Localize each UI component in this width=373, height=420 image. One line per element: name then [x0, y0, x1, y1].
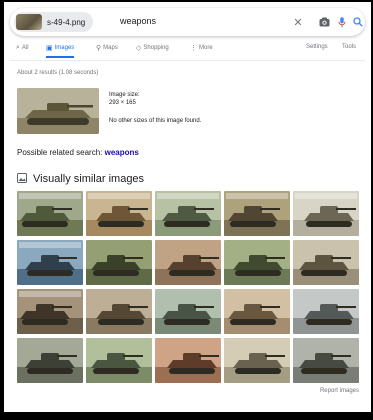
similar-image-thumbnail[interactable]: [86, 289, 152, 334]
tank-image: [17, 289, 83, 334]
similar-image-thumbnail[interactable]: [224, 240, 290, 285]
tank-image: [86, 240, 152, 285]
search-icon: ⌕: [16, 44, 20, 51]
similar-image-thumbnail[interactable]: [86, 191, 152, 236]
report-images-link[interactable]: Report images: [320, 388, 359, 394]
settings-link[interactable]: Settings: [306, 44, 328, 50]
similar-image-thumbnail[interactable]: [293, 240, 359, 285]
results-card: s-49-4.png weapons ✕ ⌕ All ▣ Images ⚲ Ma…: [4, 2, 371, 412]
screenshot-frame: s-49-4.png weapons ✕ ⌕ All ▣ Images ⚲ Ma…: [0, 0, 373, 420]
similar-image-thumbnail[interactable]: [293, 191, 359, 236]
tank-image: [224, 191, 290, 236]
camera-icon[interactable]: [316, 14, 332, 30]
chip-thumbnail: [16, 14, 42, 30]
similar-image-thumbnail[interactable]: [17, 191, 83, 236]
map-pin-icon: ⚲: [96, 45, 102, 52]
search-bar[interactable]: s-49-4.png weapons ✕: [10, 8, 365, 36]
similar-image-thumbnail[interactable]: [293, 338, 359, 383]
similar-image-thumbnail[interactable]: [155, 289, 221, 334]
visually-similar-title: Visually similar images: [33, 173, 145, 185]
search-tabs: ⌕ All ▣ Images ⚲ Maps ◇ Shopping ⋮ More …: [10, 42, 365, 61]
search-input[interactable]: weapons: [120, 16, 156, 26]
tank-image: [17, 191, 83, 236]
tank-image: [293, 338, 359, 383]
tank-image: [17, 240, 83, 285]
similar-image-thumbnail[interactable]: [17, 338, 83, 383]
tank-image: [224, 338, 290, 383]
more-icon: ⋮: [190, 45, 197, 52]
tank-image: [293, 191, 359, 236]
image-size-value: 293 × 165: [109, 100, 136, 106]
tab-shopping-label: Shopping: [143, 45, 169, 51]
tank-image: [155, 240, 221, 285]
visually-similar-header: Visually similar images: [17, 170, 144, 188]
tank-image: [155, 191, 221, 236]
tank-image: [224, 289, 290, 334]
tools-link[interactable]: Tools: [342, 44, 356, 50]
similar-image-thumbnail[interactable]: [17, 240, 83, 285]
tab-maps[interactable]: ⚲ Maps: [96, 44, 118, 52]
search-submit-icon[interactable]: [350, 14, 366, 30]
results-stats: About 2 results (1.08 seconds): [17, 70, 99, 76]
similar-image-thumbnail[interactable]: [293, 289, 359, 334]
similar-image-thumbnail[interactable]: [155, 338, 221, 383]
tab-shopping[interactable]: ◇ Shopping: [136, 44, 169, 52]
similar-image-thumbnail[interactable]: [17, 289, 83, 334]
query-image-thumbnail[interactable]: [17, 88, 99, 134]
tank-image: [155, 289, 221, 334]
clear-search-icon[interactable]: ✕: [290, 14, 306, 30]
image-icon: ▣: [46, 45, 53, 52]
similar-image-thumbnail[interactable]: [224, 338, 290, 383]
tab-images[interactable]: ▣ Images: [46, 44, 75, 58]
tab-maps-label: Maps: [103, 45, 118, 51]
tank-image: [86, 338, 152, 383]
related-search-link[interactable]: weapons: [105, 148, 139, 157]
tank-image: [293, 289, 359, 334]
similar-image-thumbnail[interactable]: [155, 191, 221, 236]
other-sizes-text: No other sizes of this image found.: [109, 118, 202, 124]
tab-all[interactable]: ⌕ All: [16, 44, 29, 52]
related-search: Possible related search: weapons: [17, 148, 139, 157]
tank-image: [86, 289, 152, 334]
tab-images-label: Images: [54, 45, 75, 51]
tab-more[interactable]: ⋮ More: [190, 44, 213, 52]
microphone-icon[interactable]: [334, 14, 350, 30]
tag-icon: ◇: [136, 45, 142, 52]
image-icon: [17, 170, 27, 188]
tank-image: [155, 338, 221, 383]
tab-all-label: All: [21, 45, 29, 51]
similar-image-thumbnail[interactable]: [224, 289, 290, 334]
tab-more-label: More: [199, 45, 213, 51]
image-size-label: Image size:: [109, 92, 140, 98]
similar-image-thumbnail[interactable]: [86, 240, 152, 285]
related-search-prefix: Possible related search:: [17, 148, 103, 157]
tank-image: [17, 338, 83, 383]
chip-filename: s-49-4.png: [47, 17, 86, 27]
image-query-chip[interactable]: s-49-4.png: [14, 12, 94, 32]
similar-image-thumbnail[interactable]: [224, 191, 290, 236]
tank-image: [86, 191, 152, 236]
tank-image: [224, 240, 290, 285]
tank-image: [293, 240, 359, 285]
tank-image: [17, 88, 99, 134]
similar-image-thumbnail[interactable]: [155, 240, 221, 285]
similar-image-thumbnail[interactable]: [86, 338, 152, 383]
